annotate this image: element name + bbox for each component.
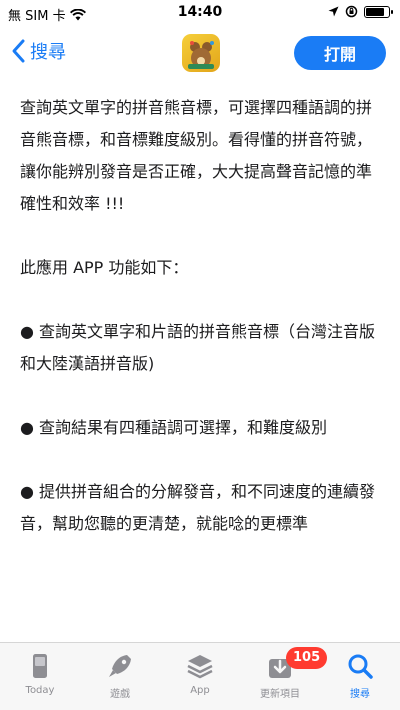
chevron-left-icon <box>12 39 25 63</box>
tab-label-updates: 更新項目 <box>260 689 300 700</box>
tab-label-games: 遊戲 <box>110 689 130 700</box>
tab-search[interactable]: 搜尋 <box>320 643 400 710</box>
battery-icon <box>364 5 393 18</box>
tab-today[interactable]: Today <box>0 643 80 710</box>
tab-label-apps: App <box>190 685 210 696</box>
app-logo-icon <box>188 41 214 69</box>
orientation-lock-icon <box>345 5 358 18</box>
tab-label-search: 搜尋 <box>350 689 370 700</box>
open-button[interactable]: 打開 <box>294 36 386 70</box>
description-paragraph: ● 查詢結果有四種語調可選擇，和難度級別 <box>20 418 328 437</box>
description-paragraph: 查詢英文單字的拼音熊音標，可選擇四種語調的拼音熊音標，和音標難度級別。看得懂的拼… <box>20 98 373 213</box>
tab-updates[interactable]: 105 更新項目 <box>240 643 328 710</box>
battery-fill <box>366 7 384 16</box>
layers-icon <box>187 655 213 679</box>
nav-bar: 搜尋 打開 <box>0 26 400 78</box>
rocket-icon <box>109 655 131 677</box>
description-paragraph: ● 提供拼音組合的分解發音，和不同速度的連續發音，幫助您聽的更清楚，就能唸的更標… <box>20 482 376 533</box>
status-right <box>328 5 393 18</box>
description-paragraph: 此應用 APP 功能如下： <box>20 258 189 277</box>
app-description: 查詢英文單字的拼音熊音標，可選擇四種語調的拼音熊音標，和音標難度級別。看得懂的拼… <box>20 92 382 540</box>
today-icon <box>33 654 47 678</box>
tab-apps[interactable]: App <box>160 643 240 710</box>
search-icon <box>348 654 373 679</box>
description-paragraph: ● 查詢英文單字和片語的拼音熊音標（台灣注音版和大陸漢語拼音版) <box>20 322 376 373</box>
tab-games[interactable]: 遊戲 <box>80 643 160 710</box>
back-button[interactable]: 搜尋 <box>8 38 66 64</box>
location-arrow-icon <box>328 6 339 17</box>
tab-label-today: Today <box>25 685 55 696</box>
app-icon <box>182 34 220 72</box>
back-button-label: 搜尋 <box>30 42 66 63</box>
status-bar: 無 SIM 卡 14:40 <box>0 0 400 26</box>
tab-bar: Today 遊戲 App 105 更新項目 搜尋 <box>0 642 400 710</box>
